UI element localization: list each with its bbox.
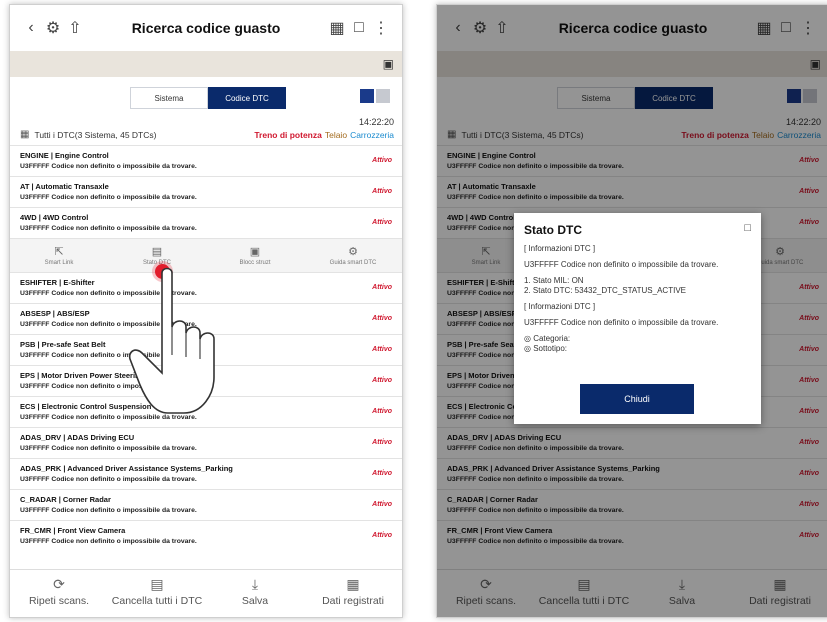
filter-summary: Tutti i DTC(3 Sistema, 45 DTCs) — [34, 129, 157, 140]
focus-icon[interactable]: □ — [348, 17, 370, 39]
status-badge: Attivo — [372, 315, 392, 322]
view-toggle[interactable] — [360, 89, 390, 103]
more-icon[interactable]: ⋮ — [370, 17, 392, 39]
dtc-status-value: 2. Stato DTC: 53432_DTC_STATUS_ACTIVE — [524, 286, 686, 295]
tab-sistema[interactable]: Sistema — [130, 87, 208, 109]
row-title: C_RADAR | Corner Radar — [20, 495, 111, 504]
button-label: Salva — [241, 595, 269, 607]
trash-icon: ▤ — [150, 576, 164, 592]
action-guida[interactable]: ⚙ Guida smart DTC — [304, 239, 402, 272]
freeze-icon: ▣ — [249, 246, 261, 258]
status-badge: Attivo — [372, 408, 392, 415]
subtype-field: ◎ Sottotipo: — [524, 344, 568, 353]
status-badge: Attivo — [372, 439, 392, 446]
row-title: ADAS_PRK | Advanced Driver Assistance Sy… — [20, 464, 233, 473]
timestamp: 14:22:20 — [358, 117, 394, 127]
bottom-toolbar: ⟳ Ripeti scans. ▤ Cancella tutti i DTC ⤓ Sa… — [10, 569, 402, 617]
dtc-status-dialog: Stato DTC □ [ Informazioni DTC ] U3FFFFF… — [514, 213, 761, 424]
row-desc: U3FFFFF Codice non definito o impossibil… — [20, 194, 197, 201]
dtc-code-line: U3FFFFF Codice non definito o impossibil… — [524, 260, 719, 269]
mil-status: 1. Stato MIL: ON — [524, 276, 584, 285]
row-desc: U3FFFFF Codice non definito o impossibil… — [20, 225, 197, 232]
filter-chassis[interactable]: Telaio — [325, 130, 347, 140]
button-label: Dati registrati — [322, 595, 384, 607]
button-label: Ripeti scans. — [28, 595, 90, 607]
status-badge: Attivo — [372, 284, 392, 291]
rescan-button[interactable]: ⟳ Ripeti scans. — [10, 570, 108, 617]
vehicle-band: ▣ — [10, 51, 402, 77]
row-desc: U3FFFFF Codice non definito o impossibil… — [20, 445, 197, 452]
download-icon: ⤓ — [251, 576, 259, 592]
list-item[interactable]: ENGINE | Engine Control U3FFFFF Codice n… — [10, 145, 402, 176]
section-heading: [ Informazioni DTC ] — [524, 244, 596, 253]
status-badge: Attivo — [372, 346, 392, 353]
vehicle-icon[interactable]: ⚙ — [42, 17, 64, 39]
share-icon: ⇱ — [54, 246, 64, 258]
row-desc: U3FFFFF Codice non definito o impossibil… — [20, 507, 197, 514]
clear-all-button[interactable]: ▤ Cancella tutti i DTC — [108, 570, 206, 617]
dtc-code-line: U3FFFFF Codice non definito o impossibil… — [524, 318, 719, 327]
list-item[interactable]: C_RADAR | Corner Radar U3FFFFF Codice no… — [10, 489, 402, 520]
list-view-icon[interactable] — [360, 89, 374, 103]
filter-bar: ▦ Tutti i DTC(3 Sistema, 45 DTCs) Treno … — [20, 129, 394, 140]
status-badge: Attivo — [372, 157, 392, 164]
view-tabs: Sistema Codice DTC — [130, 87, 286, 109]
status-doc-icon: ▤ — [151, 246, 163, 258]
focus-icon[interactable]: □ — [744, 222, 751, 234]
dialog-title: Stato DTC — [524, 223, 582, 237]
status-badge: Attivo — [372, 501, 392, 508]
status-badge: Attivo — [372, 532, 392, 539]
row-desc: U3FFFFF Codice non definito o impossibil… — [20, 163, 197, 170]
phone-screen-dialog: ‹ ⚙ ⇧ Ricerca codice guasto ▦ □ ⋮ ▣ Sist… — [436, 4, 827, 618]
status-badge: Attivo — [372, 377, 392, 384]
save-button[interactable]: ⤓ Salva — [206, 570, 304, 617]
row-title: FR_CMR | Front View Camera — [20, 526, 126, 535]
row-title: AT | Automatic Transaxle — [20, 182, 109, 191]
filter-icon[interactable]: ▦ — [20, 129, 29, 140]
pointing-hand-icon — [128, 267, 215, 414]
list-item[interactable]: FR_CMR | Front View Camera U3FFFFF Codic… — [10, 520, 402, 551]
guide-gear-icon: ⚙ — [348, 246, 358, 258]
row-desc: U3FFFFF Codice non definito o impossibil… — [20, 538, 197, 545]
category-field: ◎ Categoria: — [524, 334, 571, 343]
filter-body[interactable]: Carrozzeria — [350, 130, 394, 140]
action-label: Blocc struzt — [239, 260, 271, 266]
button-label: Cancella tutti i DTC — [111, 595, 203, 607]
refresh-icon: ⟳ — [53, 576, 65, 592]
filter-powertrain[interactable]: Treno di potenza — [254, 130, 322, 140]
list-item[interactable]: ADAS_PRK | Advanced Driver Assistance Sy… — [10, 458, 402, 489]
grid-view-icon[interactable] — [376, 89, 390, 103]
page-title: Ricerca codice guasto — [131, 20, 281, 36]
recorded-data-button[interactable]: ▦ Dati registrati — [304, 570, 402, 617]
close-button[interactable]: Chiudi — [580, 384, 694, 414]
section-heading: [ Informazioni DTC ] — [524, 302, 596, 311]
phone-screen-list: ‹ ⚙ ⇧ Ricerca codice guasto ▦ □ ⋮ ▣ Sist… — [9, 4, 403, 618]
row-title: 4WD | 4WD Control — [20, 213, 89, 222]
export-icon[interactable]: ⇧ — [64, 17, 86, 39]
status-badge: Attivo — [372, 470, 392, 477]
list-item[interactable]: AT | Automatic Transaxle U3FFFFF Codice … — [10, 176, 402, 207]
status-badge: Attivo — [372, 219, 392, 226]
folder-icon: ▦ — [346, 576, 360, 592]
list-item[interactable]: ADAS_DRV | ADAS Driving ECU U3FFFFF Codi… — [10, 427, 402, 458]
app-bar: ‹ ⚙ ⇧ Ricerca codice guasto ▦ □ ⋮ — [10, 5, 402, 51]
report-icon[interactable]: ▦ — [326, 17, 348, 39]
list-item[interactable]: 4WD | 4WD Control U3FFFFF Codice non def… — [10, 207, 402, 238]
row-desc: U3FFFFF Codice non definito o impossibil… — [20, 476, 197, 483]
row-title: ENGINE | Engine Control — [20, 151, 109, 160]
status-badge: Attivo — [372, 188, 392, 195]
action-smart-link[interactable]: ⇱ Smart Link — [10, 239, 108, 272]
back-icon[interactable]: ‹ — [20, 17, 42, 39]
row-title: ADAS_DRV | ADAS Driving ECU — [20, 433, 135, 442]
action-label: Guida smart DTC — [329, 260, 377, 266]
car-icon[interactable]: ▣ — [383, 57, 394, 71]
tab-codice-dtc[interactable]: Codice DTC — [208, 87, 286, 109]
action-label: Smart Link — [44, 260, 74, 266]
